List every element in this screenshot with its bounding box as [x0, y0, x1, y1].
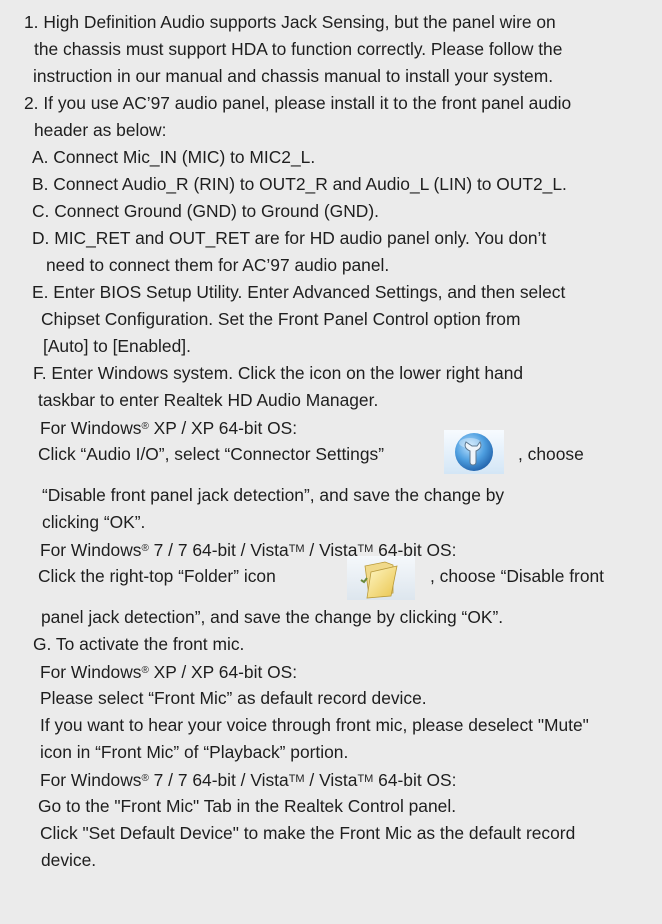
step-g-winxp-heading: For Windows® XP / XP 64-bit OS:	[40, 662, 298, 682]
step-g-win7-line-1: Go to the "Front Mic" Tab in the Realtek…	[38, 796, 457, 816]
step-a: A. Connect Mic_IN (MIC) to MIC2_L.	[32, 147, 316, 167]
step-f-win7-line-2: panel jack detection”, and save the chan…	[41, 607, 504, 627]
item-1-line-1: 1. High Definition Audio supports Jack S…	[24, 12, 556, 32]
item-2-line-2: header as below:	[34, 120, 167, 140]
step-g-win7-line-2: Click "Set Default Device" to make the F…	[40, 823, 576, 843]
item-2-line-1: 2. If you use AC’97 audio panel, please …	[24, 93, 572, 113]
step-f-xp-click: Click “Audio I/O”, select “Connector Set…	[38, 444, 385, 464]
step-f-win7-click-tail: , choose “Disable front	[430, 566, 604, 586]
step-g-line-1: G. To activate the front mic.	[33, 634, 245, 654]
step-f-line-2: taskbar to enter Realtek HD Audio Manage…	[38, 390, 379, 410]
item-1-line-3: instruction in our manual and chassis ma…	[33, 66, 554, 86]
step-f-winxp-heading: For Windows® XP / XP 64-bit OS:	[40, 418, 298, 438]
item-1-line-2: the chassis must support HDA to function…	[34, 39, 563, 59]
step-g-win7-line-3: device.	[41, 850, 97, 870]
step-e-line-2: Chipset Configuration. Set the Front Pan…	[41, 309, 521, 329]
step-e-line-3: [Auto] to [Enabled].	[43, 336, 191, 356]
step-f-win7-click: Click the right-top “Folder” icon	[38, 566, 276, 586]
step-c: C. Connect Ground (GND) to Ground (GND).	[32, 201, 379, 221]
step-f-xp-line-3: clicking “OK”.	[42, 512, 146, 532]
step-g-xp-line-3: icon in “Front Mic” of “Playback” portio…	[40, 742, 349, 762]
connector-settings-icon	[444, 430, 504, 474]
folder-icon	[347, 556, 415, 600]
step-d-line-1: D. MIC_RET and OUT_RET are for HD audio …	[32, 228, 547, 248]
step-b: B. Connect Audio_R (RIN) to OUT2_R and A…	[32, 174, 567, 194]
step-d-line-2: need to connect them for AC’97 audio pan…	[46, 255, 390, 275]
step-f-line-1: F. Enter Windows system. Click the icon …	[33, 363, 524, 383]
step-g-xp-line-2: If you want to hear your voice through f…	[40, 715, 589, 735]
step-g-win7-heading: For Windows® 7 / 7 64-bit / VistaTM / Vi…	[40, 770, 457, 790]
step-f-xp-click-tail: , choose	[518, 444, 584, 464]
step-g-xp-line-1: Please select “Front Mic” as default rec…	[40, 688, 427, 708]
step-f-xp-line-2: “Disable front panel jack detection”, an…	[42, 485, 505, 505]
step-e-line-1: E. Enter BIOS Setup Utility. Enter Advan…	[32, 282, 566, 302]
